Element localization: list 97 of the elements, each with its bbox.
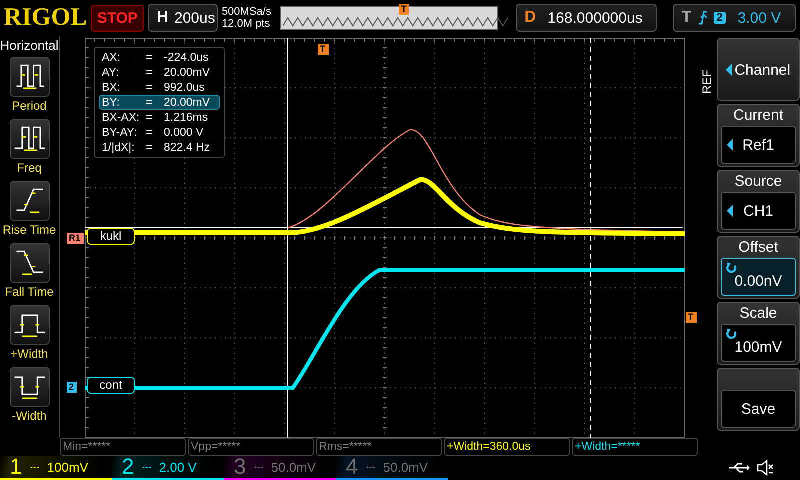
readout-value: 992.0us <box>164 81 205 94</box>
channel-status[interactable]: 3 ⎓ 50.0mV <box>224 456 336 480</box>
memory-depth: 12.0M pts <box>222 18 272 30</box>
usb-icon <box>728 462 750 474</box>
left-arrow-icon <box>726 64 732 76</box>
menu-knob-field[interactable]: 100mV <box>721 324 796 362</box>
coupling-symbol: ⎓ <box>142 461 152 473</box>
menu-select[interactable]: CH1 <box>721 192 796 230</box>
channel-number: 2 <box>122 454 134 480</box>
channel-status[interactable]: 2 ⎓ 2.00 V <box>112 456 224 480</box>
readout-label: BY: <box>102 96 121 109</box>
timebase-value: 200us <box>174 10 216 26</box>
readout-label: AY: <box>102 66 120 79</box>
trigger-box[interactable]: T 2 3.00 V <box>672 4 796 32</box>
coupling-symbol: ⎓ <box>366 461 376 473</box>
measure-button[interactable]: Rise Time <box>0 181 60 237</box>
menu-knob-field[interactable]: 0.00nV <box>721 258 796 296</box>
coupling-symbol: ⎓ <box>254 461 264 473</box>
channel-marker[interactable]: R1 <box>67 233 84 244</box>
overview-wave-icon <box>283 17 510 27</box>
readout-value: 20.00mV <box>164 66 210 79</box>
delay-box[interactable]: D 168.000000us <box>516 4 658 32</box>
channel-number: 1 <box>10 454 22 480</box>
measure-button[interactable]: Period <box>0 57 60 113</box>
measurement-value: Vpp=***** <box>188 438 314 456</box>
channel-scale: 100mV <box>47 460 88 474</box>
timebase-box[interactable]: H 200us <box>148 4 218 32</box>
menu-item-title: Scale <box>740 305 778 323</box>
trigger-source: 2 <box>714 12 726 24</box>
left-arrow-icon <box>727 139 733 151</box>
channel-marker[interactable]: 2 <box>67 382 78 393</box>
menu-item-title: Source <box>734 173 782 191</box>
readout-equals: = <box>146 66 154 79</box>
menu-item-title: Offset <box>738 239 778 257</box>
readout-equals: = <box>146 51 154 64</box>
trigger-level: 3.00 V <box>736 10 782 26</box>
fall-measure-icon <box>10 243 50 283</box>
menu-item-title: Current <box>733 107 784 125</box>
readout-value: 1.216ms <box>164 111 208 124</box>
save-button[interactable]: Save <box>721 390 796 428</box>
readout-value: 20.00mV <box>164 96 210 109</box>
menu-select[interactable]: Channel <box>721 42 796 98</box>
readout-label: 1/|dX|: <box>102 141 136 154</box>
channel-status[interactable]: 4 ⎓ 50.0mV <box>336 456 448 480</box>
readout-label: AX: <box>102 51 122 64</box>
channel-scale: 2.00 V <box>159 460 197 474</box>
pwidth-measure-icon <box>10 305 50 345</box>
rotate-knob-icon <box>726 328 738 340</box>
trigger-position-marker: T <box>399 4 409 15</box>
channel-scale: 50.0mV <box>383 460 428 474</box>
left-arrow-icon <box>727 205 733 217</box>
readout-value: 822.4 Hz <box>164 141 210 154</box>
measure-button[interactable]: Fall Time <box>0 243 60 299</box>
sidebar-title: Horizontal <box>0 38 59 53</box>
channel-scale: 50.0mV <box>271 460 316 474</box>
measurement-value: Min=***** <box>60 438 186 456</box>
speaker-muted-icon <box>756 459 774 477</box>
delay-value: 168.000000us <box>546 10 644 26</box>
rotate-knob-icon <box>726 262 738 274</box>
readout-label: BX-AX: <box>102 111 141 124</box>
measure-button[interactable]: +Width <box>0 305 60 361</box>
measurement-value: +Width=360.0us <box>444 438 570 456</box>
rising-edge-icon <box>698 11 708 25</box>
trigger-level-marker[interactable]: T <box>686 312 696 323</box>
readout-label: BY-AY: <box>102 126 138 139</box>
measurement-value: Rms=***** <box>316 438 442 456</box>
measurement-value: +Width=***** <box>572 438 698 456</box>
brand-logo: RIGOL <box>4 4 88 32</box>
period-measure-icon <box>10 57 50 97</box>
time-marker[interactable]: T <box>318 44 328 55</box>
readout-equals: = <box>146 141 154 154</box>
readout-label: BX: <box>102 81 122 94</box>
readout-equals: = <box>146 81 154 94</box>
trace-label: kukl <box>87 228 135 245</box>
channel-number: 3 <box>234 454 246 480</box>
cursor-line[interactable] <box>590 38 592 438</box>
trace-label: cont <box>87 377 135 394</box>
readout-equals: = <box>146 111 154 124</box>
timebase-label: H <box>156 9 168 27</box>
coupling-symbol: ⎓ <box>30 461 40 473</box>
measure-button[interactable]: -Width <box>0 367 60 423</box>
readout-value: 0.000 V <box>164 126 204 139</box>
channel-number: 4 <box>346 454 358 480</box>
sample-rate: 500MSa/s <box>222 6 272 18</box>
run-stop-status[interactable]: STOP <box>91 4 144 32</box>
readout-equals: = <box>146 126 154 139</box>
freq-measure-icon <box>10 119 50 159</box>
channel-status[interactable]: 1 ⎓ 100mV <box>0 456 112 480</box>
rise-measure-icon <box>10 181 50 221</box>
trigger-label: T <box>682 9 692 27</box>
nwidth-measure-icon <box>10 367 50 407</box>
readout-equals: = <box>146 96 154 109</box>
menu-select[interactable]: Ref1 <box>721 126 796 164</box>
menu-title-label: REF <box>700 69 712 94</box>
measure-button[interactable]: Freq <box>0 119 60 175</box>
delay-label: D <box>524 9 536 27</box>
readout-value: -224.0us <box>164 51 209 64</box>
